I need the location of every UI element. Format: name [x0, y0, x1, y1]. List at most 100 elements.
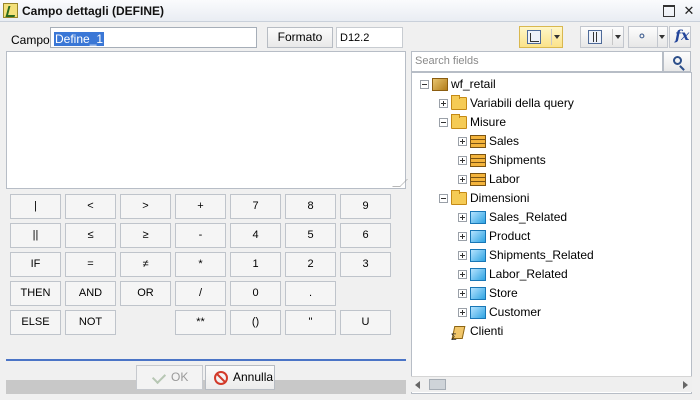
search-input[interactable]: Search fields: [411, 51, 663, 72]
expand-icon[interactable]: [458, 175, 467, 185]
keypad-key[interactable]: 7: [230, 194, 281, 219]
resize-grip-icon[interactable]: [392, 179, 408, 187]
format-input[interactable]: D12.2: [336, 27, 403, 48]
keypad-key[interactable]: **: [175, 310, 226, 335]
tree-node-label: Labor_Related: [489, 267, 568, 281]
folder-icon: [451, 190, 467, 206]
tree-node-label: Labor: [489, 172, 520, 186]
collapse-icon[interactable]: [439, 194, 448, 204]
ok-button[interactable]: OK: [136, 365, 203, 390]
tree-node[interactable]: Sales_Related: [458, 209, 567, 227]
scroll-right-icon[interactable]: [683, 381, 688, 389]
keypad-key[interactable]: +: [175, 194, 226, 219]
tree-node[interactable]: Misure: [439, 114, 506, 132]
keypad-key[interactable]: /: [175, 281, 226, 306]
structure-icon: [636, 28, 650, 45]
keypad-key[interactable]: IF: [10, 252, 61, 277]
expression-editor[interactable]: [6, 51, 408, 189]
scroll-thumb[interactable]: [429, 379, 446, 390]
keypad-key[interactable]: NOT: [65, 310, 116, 335]
keypad-key[interactable]: ": [285, 310, 336, 335]
collapse-icon[interactable]: [420, 80, 429, 90]
expand-icon[interactable]: [458, 270, 467, 280]
keypad-key[interactable]: U: [340, 310, 391, 335]
search-button[interactable]: [663, 51, 691, 72]
dim-icon: [470, 268, 486, 282]
keypad-key[interactable]: OR: [120, 281, 171, 306]
tree-node-label: Clienti: [470, 324, 504, 338]
keypad-key[interactable]: ≤: [65, 223, 116, 248]
field-name-input[interactable]: Define_1: [50, 27, 257, 48]
window-title: Campo dettagli (DEFINE): [22, 4, 165, 18]
keypad-key[interactable]: 5: [285, 223, 336, 248]
chevron-down-icon: [615, 35, 621, 39]
keypad-key[interactable]: ELSE: [10, 310, 61, 335]
keypad-key[interactable]: (): [230, 310, 281, 335]
folder-icon: [451, 95, 467, 111]
expand-icon[interactable]: [439, 99, 448, 109]
search-icon: [673, 56, 682, 65]
keypad-key[interactable]: ||: [10, 223, 61, 248]
columns-button[interactable]: [580, 26, 624, 48]
keypad-key[interactable]: AND: [65, 281, 116, 306]
keypad-key[interactable]: 0: [230, 281, 281, 306]
field-name-label: Campo: [11, 33, 50, 47]
expand-icon[interactable]: [458, 308, 467, 318]
tree-node-label: Shipments: [489, 153, 546, 167]
keypad-key[interactable]: ≠: [120, 252, 171, 277]
measure-icon: [470, 154, 486, 168]
dim-icon: [470, 230, 486, 244]
tree-node[interactable]: Product: [458, 228, 530, 246]
function-button[interactable]: fx: [669, 26, 691, 48]
keypad-key[interactable]: 2: [285, 252, 336, 277]
tree-node[interactable]: Sales: [458, 133, 519, 151]
cancel-button[interactable]: Annulla: [205, 365, 275, 390]
keypad-key[interactable]: ≥: [120, 223, 171, 248]
keypad-key[interactable]: =: [65, 252, 116, 277]
maximize-button[interactable]: [663, 5, 675, 17]
structure-button[interactable]: [628, 26, 658, 48]
keypad-key[interactable]: 3: [340, 252, 391, 277]
tree-node[interactable]: Store: [458, 285, 518, 303]
clienti-icon: [451, 325, 467, 345]
expand-icon[interactable]: [458, 289, 467, 299]
collapse-icon[interactable]: [439, 118, 448, 128]
keypad-key[interactable]: 8: [285, 194, 336, 219]
keypad-key[interactable]: THEN: [10, 281, 61, 306]
structure-dropdown[interactable]: [658, 26, 668, 48]
horizontal-scrollbar[interactable]: [411, 376, 692, 392]
expand-icon[interactable]: [458, 232, 467, 242]
close-button[interactable]: ✕: [683, 4, 695, 17]
tree-node[interactable]: Clienti: [439, 323, 504, 345]
tree-node-label: Dimensioni: [470, 191, 530, 205]
keypad-key[interactable]: 6: [340, 223, 391, 248]
keypad-key[interactable]: -: [175, 223, 226, 248]
tree-node[interactable]: Customer: [458, 304, 541, 322]
expand-icon[interactable]: [458, 213, 467, 223]
keypad-key[interactable]: *: [175, 252, 226, 277]
tree-node[interactable]: Labor_Related: [458, 266, 568, 284]
keypad-key[interactable]: >: [120, 194, 171, 219]
tree-node[interactable]: Variabili della query: [439, 95, 574, 113]
tree-node[interactable]: Labor: [458, 171, 520, 189]
keypad-key[interactable]: .: [285, 281, 336, 306]
field-tree: wf_retail Variabili della query Misure Sale…: [411, 72, 692, 394]
tree-node-label: Customer: [489, 305, 542, 319]
expand-icon[interactable]: [458, 251, 467, 261]
tree-node[interactable]: wf_retail: [420, 76, 496, 94]
tree-node[interactable]: Dimensioni: [439, 190, 529, 208]
keypad-key[interactable]: |: [10, 194, 61, 219]
keypad-key[interactable]: <: [65, 194, 116, 219]
tree-node[interactable]: Shipments_Related: [458, 247, 594, 265]
keypad-key[interactable]: 4: [230, 223, 281, 248]
keypad-key[interactable]: 9: [340, 194, 391, 219]
tree-node-label: Product: [489, 229, 531, 243]
expand-icon[interactable]: [458, 137, 467, 147]
tree-view-button[interactable]: [519, 26, 563, 48]
tree-node[interactable]: Shipments: [458, 152, 546, 170]
expand-icon[interactable]: [458, 156, 467, 166]
scroll-left-icon[interactable]: [415, 381, 420, 389]
tree-node-label: Variabili della query: [470, 96, 574, 110]
keypad-key[interactable]: 1: [230, 252, 281, 277]
format-button[interactable]: Formato: [267, 27, 333, 48]
